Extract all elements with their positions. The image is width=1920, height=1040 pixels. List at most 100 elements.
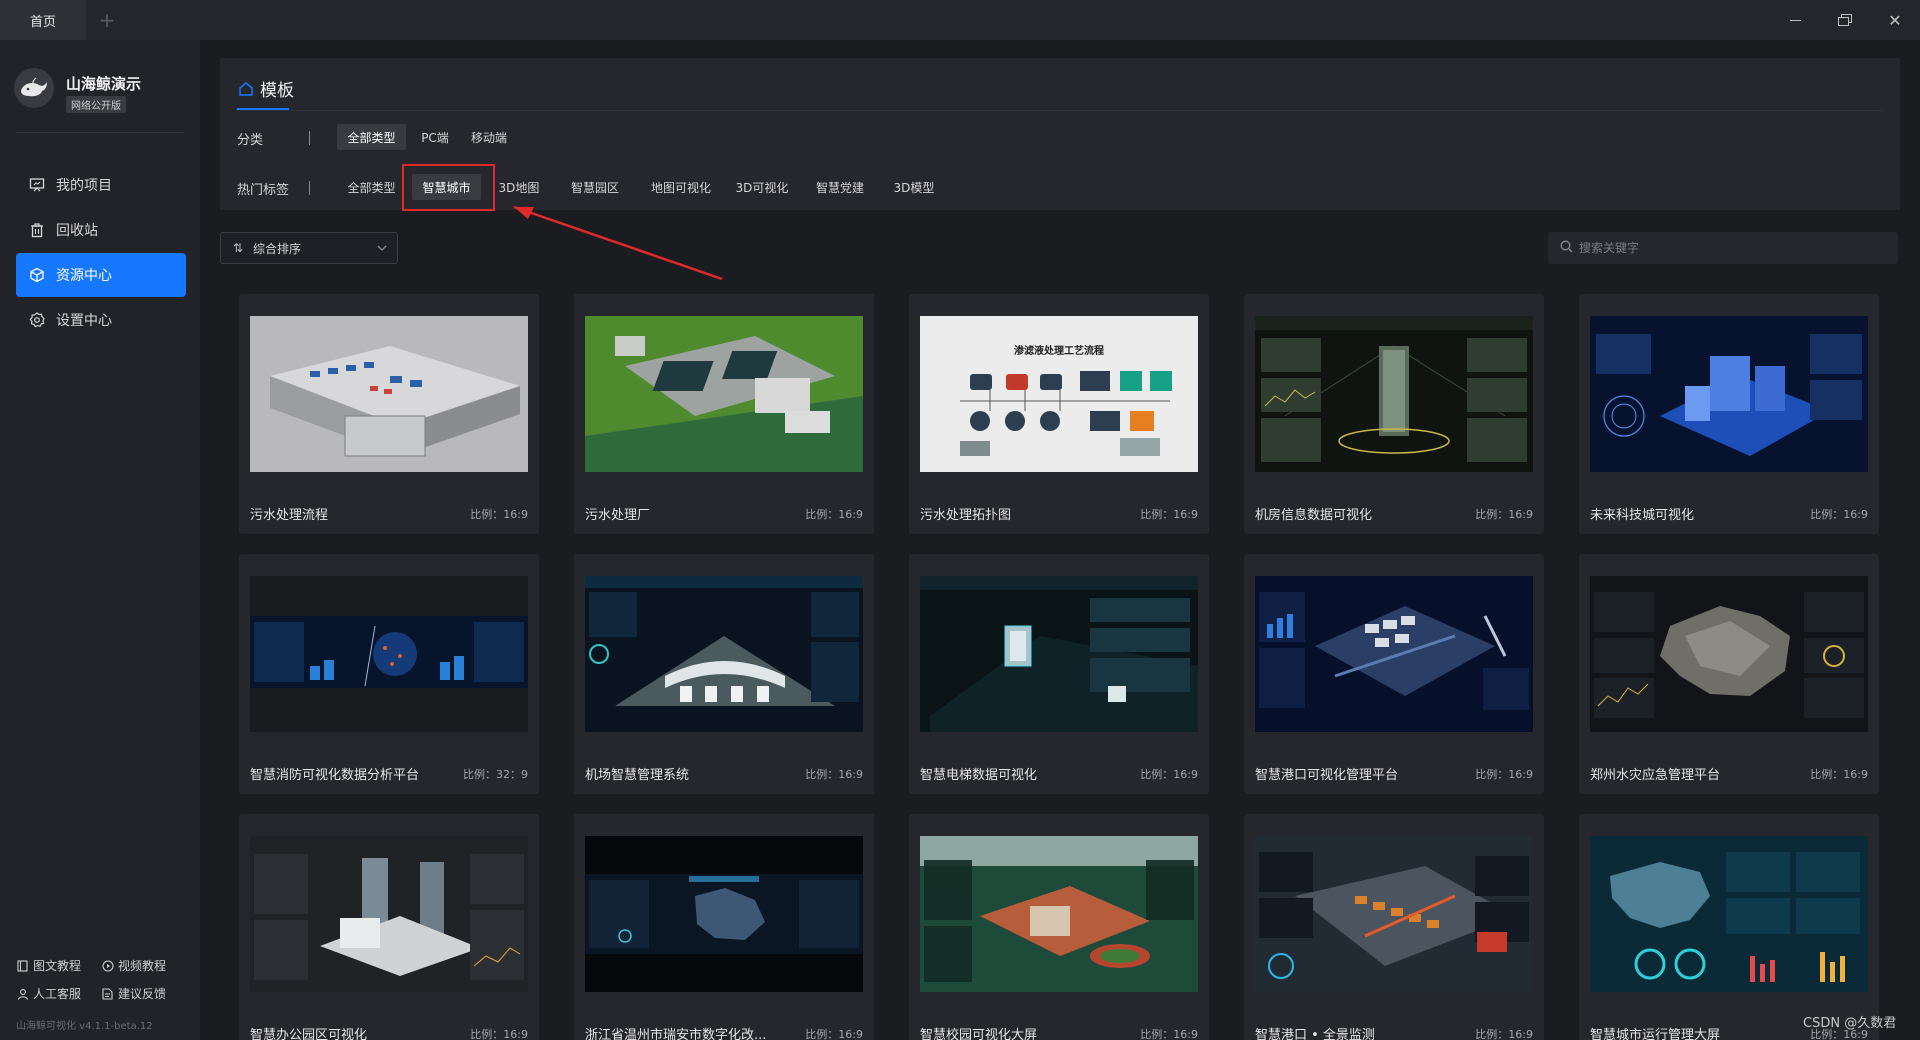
category-mobile[interactable]: 移动端 (465, 124, 513, 150)
page-title: 模板 (238, 76, 294, 101)
template-card[interactable]: 智慧办公园区可视化 比例：16:9 (239, 814, 539, 1040)
template-card[interactable]: 智慧电梯数据可视化 比例：16:9 (909, 554, 1209, 794)
tag-3d-vis[interactable]: 3D可视化 (732, 174, 792, 200)
sidebar-item-recycle-bin[interactable]: 回收站 (16, 208, 186, 252)
template-card[interactable]: 智慧城市运行管理大屏 比例：16:9 (1579, 814, 1879, 1040)
search-box (1548, 232, 1898, 264)
sort-select-value: 综合排序 (253, 241, 302, 256)
whale-logo-icon (14, 68, 54, 108)
trash-icon (28, 221, 46, 239)
template-card[interactable]: 智慧港口可视化管理平台 比例：16:9 (1244, 554, 1544, 794)
template-ratio: 比例：16:9 (470, 1028, 528, 1040)
template-name: 智慧城市运行管理大屏 (1590, 1028, 1721, 1040)
sidebar-divider (16, 132, 184, 133)
template-card[interactable]: 污水处理厂 比例：16:9 (574, 294, 874, 534)
feedback-link[interactable]: 建议反馈 (101, 985, 166, 1002)
template-thumbnail (1590, 836, 1868, 992)
category-separator (309, 131, 310, 145)
tag-all[interactable]: 全部类型 (337, 174, 406, 200)
template-name: 污水处理厂 (585, 508, 651, 523)
search-input[interactable] (1579, 241, 1879, 255)
header-divider (237, 110, 1882, 111)
template-thumbnail: 渗滤液处理工艺流程 (920, 316, 1198, 472)
home-icon (238, 81, 254, 97)
video-tutorial-label: 视频教程 (118, 959, 167, 973)
tag-3d-model[interactable]: 3D模型 (888, 174, 940, 200)
template-name: 浙江省温州市瑞安市数字化改... (585, 1028, 767, 1040)
template-thumbnail (250, 576, 528, 732)
template-card[interactable]: 渗滤液处理工艺流程 污水处理拓扑图 比例：16:9 (909, 294, 1209, 534)
feedback-label: 建议反馈 (118, 987, 167, 1001)
page-title-text: 模板 (260, 81, 294, 101)
template-thumbnail (585, 836, 863, 992)
template-card[interactable]: 智慧校园可视化大屏 比例：16:9 (909, 814, 1209, 1040)
template-card[interactable]: 郑州水灾应急管理平台 比例：16:9 (1579, 554, 1879, 794)
sidebar: 山海鲸演示 网络公开版 我的项目 回收站 资源中心 设置中心 图文教程 视频教程… (0, 40, 200, 1040)
template-card[interactable]: 机房信息数据可视化 比例：16:9 (1244, 294, 1544, 534)
annotation-highlight-box (402, 164, 495, 211)
watermark-text: CSDN @久数君 (1803, 1016, 1897, 1031)
template-ratio: 比例：16:9 (1140, 1028, 1198, 1040)
template-name: 污水处理拓扑图 (920, 508, 1012, 523)
version-text: 山海鲸可视化 v4.1.1-beta.12 (16, 1021, 153, 1032)
template-thumbnail (1255, 836, 1533, 992)
template-name: 智慧港口可视化管理平台 (1255, 768, 1399, 783)
template-name: 污水处理流程 (250, 508, 329, 523)
cube-icon (28, 266, 46, 284)
template-card[interactable]: 未来科技城可视化 比例：16:9 (1579, 294, 1879, 534)
template-ratio: 比例：32：9 (463, 768, 528, 781)
template-ratio: 比例：16:9 (1475, 508, 1533, 521)
annotation-arrow (513, 205, 723, 281)
video-tutorial-link[interactable]: 视频教程 (101, 957, 166, 974)
template-name: 智慧办公园区可视化 (250, 1028, 368, 1040)
template-ratio: 比例：16:9 (1140, 768, 1198, 781)
template-thumbnail (585, 316, 863, 472)
template-thumbnail (250, 316, 528, 472)
support-link[interactable]: 人工客服 (16, 985, 81, 1002)
category-all[interactable]: 全部类型 (337, 124, 406, 150)
template-thumbnail (1590, 576, 1868, 732)
template-card[interactable]: 智慧港口 • 全景监测 比例：16:9 (1244, 814, 1544, 1040)
sidebar-item-resource-center[interactable]: 资源中心 (16, 253, 186, 297)
gear-icon (28, 311, 46, 329)
tag-party[interactable]: 智慧党建 (810, 174, 870, 200)
title-bar: 首页 + ✕ (0, 0, 1920, 40)
sidebar-item-label: 我的项目 (56, 178, 112, 194)
template-thumbnail (920, 836, 1198, 992)
template-ratio: 比例：16:9 (1475, 1028, 1533, 1040)
template-card[interactable]: 浙江省温州市瑞安市数字化改... 比例：16:9 (574, 814, 874, 1040)
plus-icon[interactable]: + (96, 9, 118, 31)
template-thumbnail (1255, 316, 1533, 472)
template-name: 智慧电梯数据可视化 (920, 768, 1038, 783)
minimize-icon[interactable] (1783, 8, 1807, 32)
project-icon (28, 176, 46, 194)
doc-tutorial-link[interactable]: 图文教程 (16, 957, 81, 974)
support-label: 人工客服 (33, 987, 82, 1001)
template-card[interactable]: 污水处理流程 比例：16:9 (239, 294, 539, 534)
template-thumbnail (1255, 576, 1533, 732)
template-ratio: 比例：16:9 (1475, 768, 1533, 781)
sort-select[interactable]: ⇅ 综合排序 (220, 232, 398, 264)
sidebar-item-label: 回收站 (56, 223, 98, 239)
template-ratio: 比例：16:9 (805, 768, 863, 781)
sort-icon: ⇅ (233, 241, 244, 255)
restore-icon[interactable] (1833, 8, 1857, 32)
sidebar-item-my-projects[interactable]: 我的项目 (16, 163, 186, 207)
template-ratio: 比例：16:9 (470, 508, 528, 521)
app-name: 山海鲸演示 (66, 75, 142, 93)
hot-tags-label: 热门标签 (237, 183, 290, 198)
sidebar-item-label: 资源中心 (56, 268, 112, 284)
book-icon (16, 959, 29, 972)
template-card[interactable]: 机场智慧管理系统 比例：16:9 (574, 554, 874, 794)
category-pc[interactable]: PC端 (413, 124, 457, 150)
close-icon[interactable]: ✕ (1883, 8, 1907, 32)
tab-home[interactable]: 首页 (0, 0, 86, 40)
sidebar-item-settings[interactable]: 设置中心 (16, 298, 186, 342)
template-thumbnail (920, 576, 1198, 732)
template-name: 智慧校园可视化大屏 (920, 1028, 1038, 1040)
template-name: 机场智慧管理系统 (585, 768, 690, 783)
template-card[interactable]: 智慧消防可视化数据分析平台 比例：32：9 (239, 554, 539, 794)
edition-badge: 网络公开版 (66, 96, 126, 113)
template-name: 郑州水灾应急管理平台 (1590, 768, 1721, 783)
template-thumbnail (250, 836, 528, 992)
